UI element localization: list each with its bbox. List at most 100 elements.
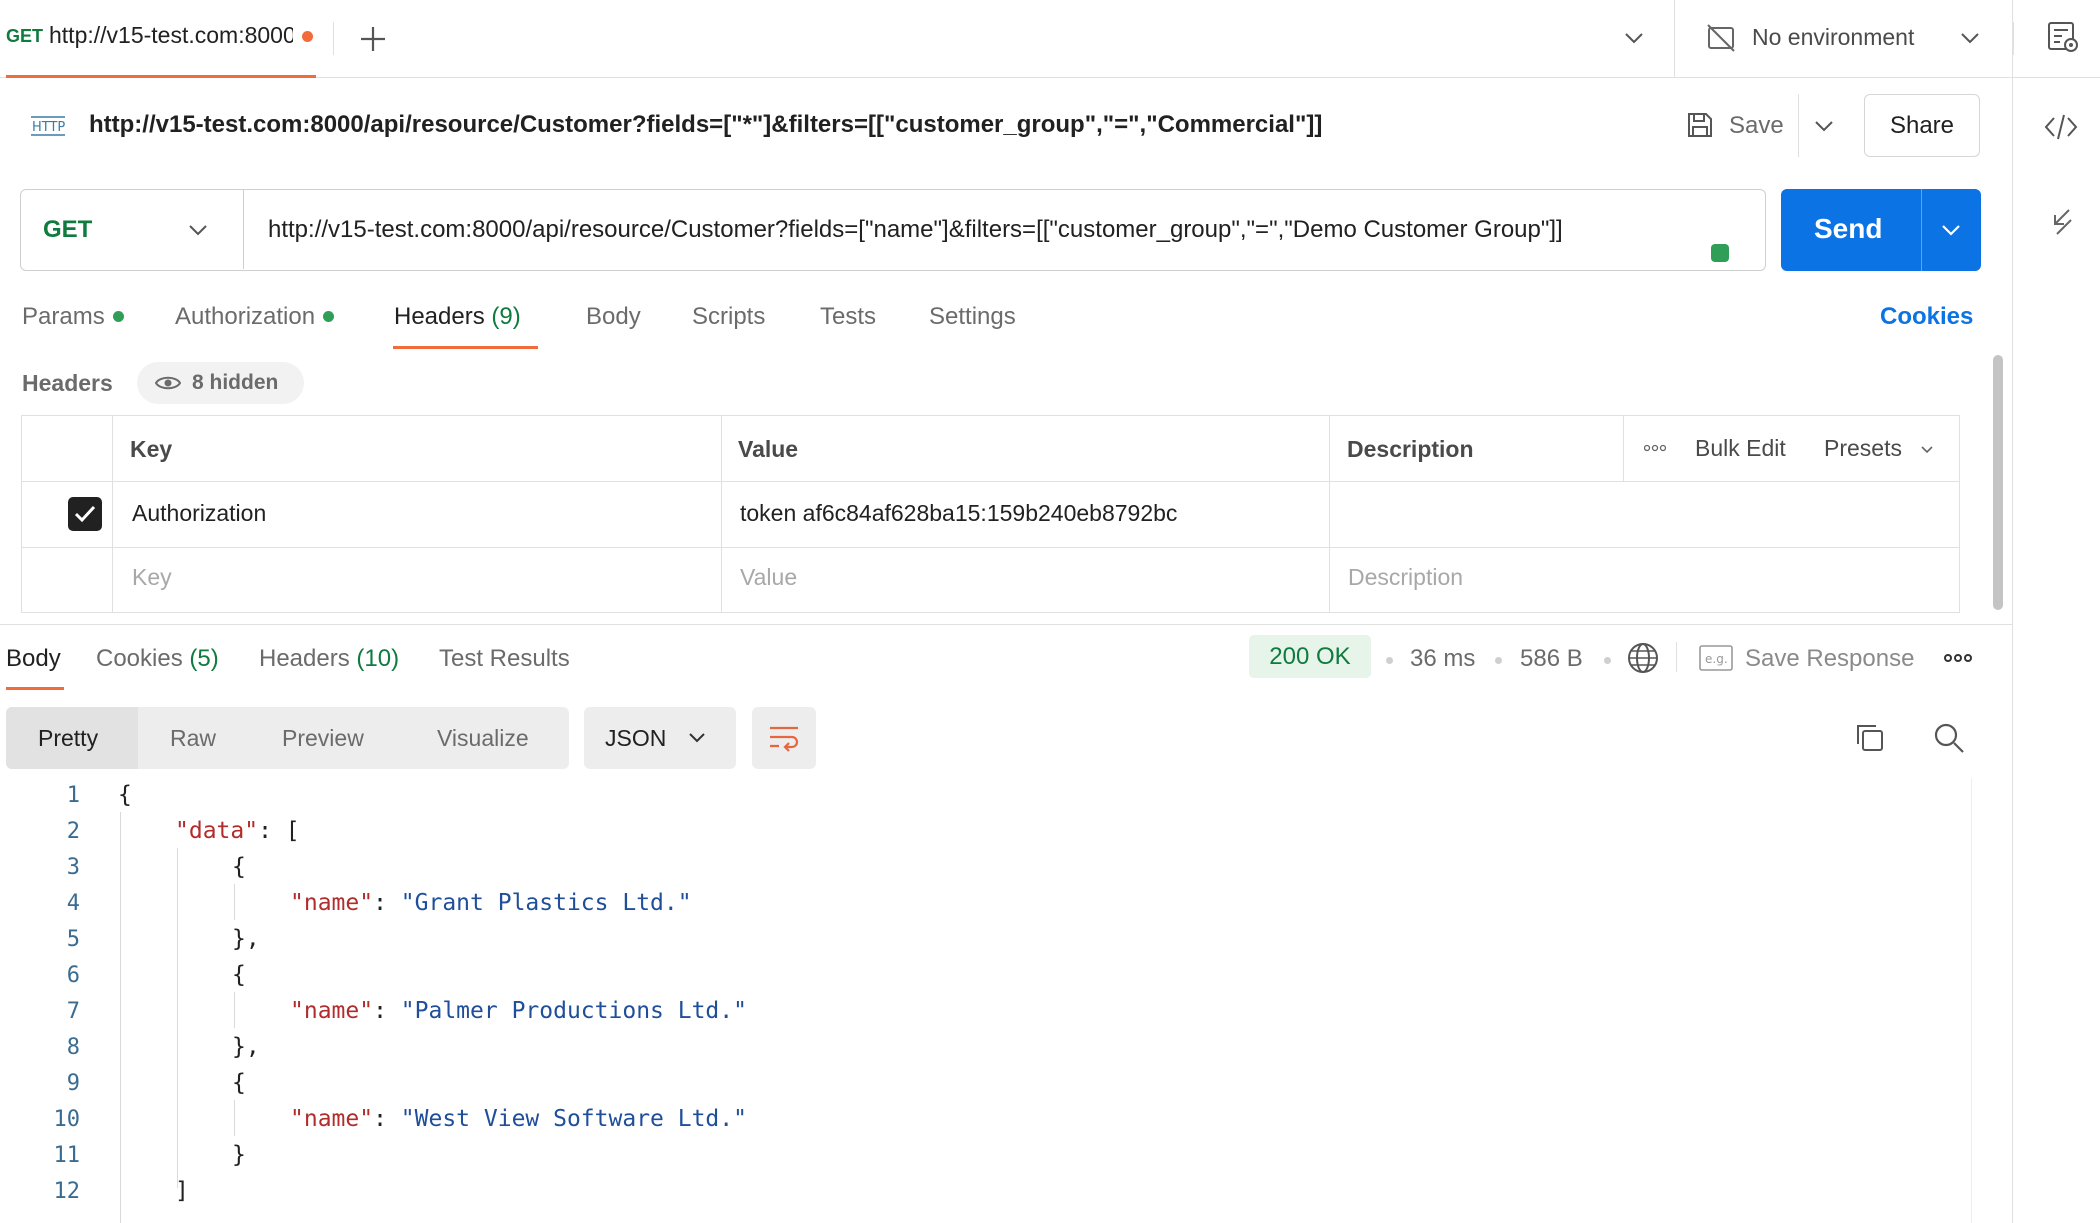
headers-section-title: Headers	[22, 370, 113, 396]
json-brace: {	[118, 782, 132, 808]
save-disk-icon[interactable]	[1685, 110, 1715, 140]
table-divider	[22, 481, 1959, 482]
environment-selector[interactable]: No environment	[1752, 24, 1914, 51]
table-divider	[1329, 416, 1330, 612]
send-button[interactable]: Send	[1781, 189, 1981, 271]
environment-quick-look-icon[interactable]	[2046, 20, 2080, 54]
method-select[interactable]: GET	[21, 190, 244, 269]
more-options-icon[interactable]	[1644, 444, 1666, 452]
response-tab-headers[interactable]: Headers (10)	[259, 645, 399, 673]
response-time[interactable]: 36 ms	[1410, 645, 1475, 673]
tab-body[interactable]: Body	[586, 303, 641, 331]
column-header-key: Key	[130, 436, 173, 462]
format-label: JSON	[605, 725, 667, 751]
tab-authorization[interactable]: Authorization	[175, 303, 335, 331]
code-line: },	[232, 926, 260, 952]
line-number: 7	[66, 999, 80, 1024]
meta-separator	[1495, 657, 1502, 664]
presets-chevron-down-icon	[1920, 443, 1934, 457]
request-panel-scrollbar[interactable]	[1993, 355, 2003, 610]
indent-guide	[120, 812, 121, 1223]
code-line: },	[232, 1034, 260, 1060]
header-row-key[interactable]: Authorization	[132, 500, 266, 527]
json-key: "data"	[175, 818, 259, 844]
save-response-button[interactable]: Save Response	[1745, 645, 1914, 673]
headers-table: Key Value Description Bulk Edit Presets …	[21, 415, 1960, 613]
header-enabled-checkbox[interactable]	[68, 497, 102, 531]
line-number: 8	[66, 1035, 80, 1060]
status-badge[interactable]: 200 OK	[1249, 635, 1371, 678]
code-line: ]	[175, 1178, 189, 1204]
view-mode-preview[interactable]: Preview	[282, 725, 364, 752]
new-tab-plus-icon[interactable]	[358, 24, 388, 54]
request-tab[interactable]: GET http://v15-test.com:8000/api/resourc…	[0, 0, 316, 78]
view-mode-pretty[interactable]: Pretty	[38, 725, 98, 752]
share-button[interactable]: Share	[1864, 94, 1980, 157]
globe-icon[interactable]	[1626, 641, 1660, 675]
meta-separator	[1604, 657, 1611, 664]
tab-settings[interactable]: Settings	[929, 303, 1016, 331]
column-header-description: Description	[1347, 436, 1474, 462]
save-divider	[1798, 94, 1799, 157]
tab-scripts[interactable]: Scripts	[692, 303, 765, 331]
view-mode-raw[interactable]: Raw	[170, 725, 216, 752]
response-tab-cookies[interactable]: Cookies (5)	[96, 645, 219, 673]
tab-tests[interactable]: Tests	[820, 303, 876, 331]
tabs-overflow-chevron-down-icon[interactable]	[1622, 26, 1646, 50]
view-mode-visualize[interactable]: Visualize	[437, 725, 529, 752]
copy-icon[interactable]	[1854, 722, 1886, 754]
line-number: 6	[66, 963, 80, 988]
view-mode-group: Pretty Raw Preview Visualize	[6, 707, 569, 769]
hidden-headers-toggle[interactable]: 8 hidden	[137, 362, 304, 404]
tab-headers-label: Headers	[394, 303, 485, 330]
response-tab-body[interactable]: Body	[6, 645, 61, 673]
send-options-chevron-down-icon[interactable]	[1939, 218, 1963, 242]
tab-method: GET	[6, 26, 44, 46]
cookies-link[interactable]: Cookies	[1880, 303, 1973, 331]
new-header-description-input[interactable]: Description	[1348, 564, 1463, 591]
tab-title: http://v15-test.com:8000/api/resource/Cu…	[49, 22, 293, 48]
line-number: 4	[66, 891, 80, 916]
response-tab-test-results[interactable]: Test Results	[439, 645, 570, 673]
request-name[interactable]: http://v15-test.com:8000/api/resource/Cu…	[89, 111, 1322, 139]
new-header-key-input[interactable]: Key	[132, 564, 172, 591]
active-response-tab-indicator	[6, 687, 64, 690]
line-number: 10	[53, 1107, 81, 1132]
search-icon[interactable]	[1932, 721, 1966, 755]
code-line: {	[232, 854, 246, 880]
line-number: 9	[66, 1071, 80, 1096]
indent-guide	[177, 848, 178, 1188]
code-snippet-icon[interactable]	[2043, 112, 2079, 142]
url-input[interactable]: http://v15-test.com:8000/api/resource/Cu…	[268, 216, 1563, 244]
tab-params[interactable]: Params	[22, 303, 124, 331]
bulk-edit-button[interactable]: Bulk Edit	[1695, 435, 1786, 462]
save-button[interactable]: Save	[1729, 112, 1784, 140]
svg-text:HTTP: HTTP	[32, 120, 65, 135]
header-row-value[interactable]: token af6c84af628ba15:159b240eb8792bc	[740, 500, 1177, 527]
params-active-dot	[112, 310, 124, 322]
tab-headers[interactable]: Headers (9)	[394, 303, 521, 331]
tab-bar: GET http://v15-test.com:8000/api/resourc…	[0, 0, 2100, 78]
code-line: "name": "West View Software Ltd."	[290, 1106, 747, 1132]
right-rail-divider	[2012, 0, 2013, 1223]
presets-dropdown[interactable]: Presets	[1824, 435, 1902, 462]
response-divider	[0, 624, 2012, 625]
environment-chevron-down-icon[interactable]	[1958, 26, 1982, 50]
table-divider	[1623, 416, 1624, 481]
new-header-value-input[interactable]: Value	[740, 564, 797, 591]
json-key: "name"	[290, 998, 374, 1024]
eye-icon	[155, 373, 181, 393]
save-options-chevron-down-icon[interactable]	[1812, 114, 1836, 138]
example-icon: e.g.	[1699, 645, 1733, 671]
collapse-arrows-icon[interactable]	[2049, 207, 2075, 237]
code-line: "name": "Palmer Productions Ltd."	[290, 998, 747, 1024]
indent-guide	[234, 992, 235, 1028]
active-request-tab-indicator	[393, 346, 538, 349]
format-select[interactable]: JSON	[584, 707, 736, 769]
code-line: {	[118, 782, 132, 808]
line-number: 5	[66, 927, 80, 952]
response-size[interactable]: 586 B	[1520, 645, 1583, 673]
response-more-options-icon[interactable]	[1944, 653, 1972, 663]
json-key: "name"	[290, 1106, 374, 1132]
wrap-lines-button[interactable]	[752, 707, 816, 769]
